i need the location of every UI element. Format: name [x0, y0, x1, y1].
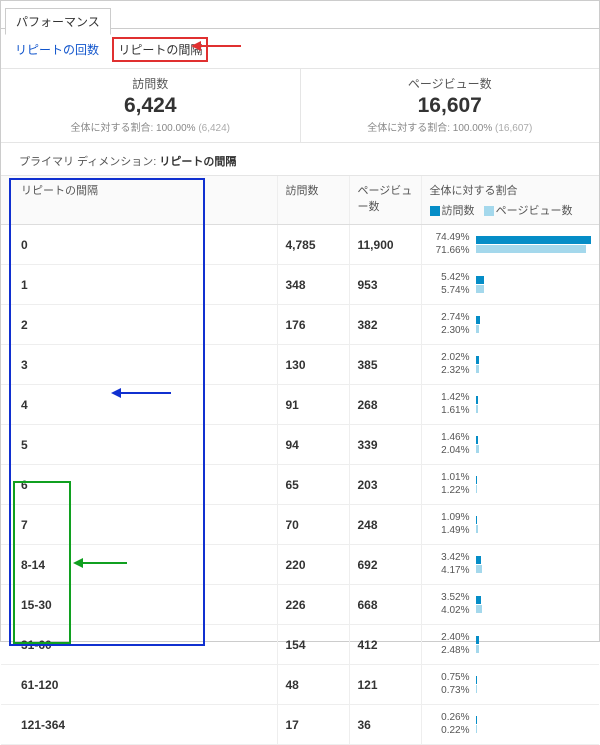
annotation-arrow-red: [191, 41, 241, 51]
row-bars: 2.40%2.48%: [421, 625, 599, 665]
table-row: 6652031.01%1.22%: [1, 465, 599, 505]
table-row: 121-36417360.26%0.22%: [1, 705, 599, 745]
row-label: 2: [1, 305, 277, 345]
legend-swatch-visits: [430, 206, 440, 216]
table-row: 31303852.02%2.32%: [1, 345, 599, 385]
row-pv: 412: [349, 625, 421, 665]
col-interval[interactable]: リピートの間隔: [1, 176, 277, 225]
table-row: 13489535.42%5.74%: [1, 265, 599, 305]
row-visits: 4,785: [277, 225, 349, 265]
row-pv: 668: [349, 585, 421, 625]
row-label: 3: [1, 345, 277, 385]
row-visits: 226: [277, 585, 349, 625]
row-label: 1: [1, 265, 277, 305]
summary-row: 訪問数 6,424 全体に対する割合: 100.00% (6,424) ページビ…: [1, 68, 599, 143]
row-pv: 385: [349, 345, 421, 385]
primary-dimension: プライマリ ディメンション: リピートの間隔: [1, 143, 599, 176]
row-visits: 94: [277, 425, 349, 465]
row-visits: 220: [277, 545, 349, 585]
table-row: 4912681.42%1.61%: [1, 385, 599, 425]
row-pv: 953: [349, 265, 421, 305]
row-pv: 248: [349, 505, 421, 545]
legend: 訪問数 ページビュー数: [430, 202, 592, 218]
row-bars: 3.42%4.17%: [421, 545, 599, 585]
row-bars: 0.75%0.73%: [421, 665, 599, 705]
row-bars: 5.42%5.74%: [421, 265, 599, 305]
table-row: 61-120481210.75%0.73%: [1, 665, 599, 705]
row-visits: 130: [277, 345, 349, 385]
row-visits: 70: [277, 505, 349, 545]
table-row: 5943391.46%2.04%: [1, 425, 599, 465]
tab-row: パフォーマンス: [1, 1, 599, 29]
summary-visits-sub: 全体に対する割合: 100.00% (6,424): [5, 119, 296, 134]
row-bars: 2.02%2.32%: [421, 345, 599, 385]
row-visits: 348: [277, 265, 349, 305]
row-label: 0: [1, 225, 277, 265]
row-bars: 1.46%2.04%: [421, 425, 599, 465]
summary-pageviews: ページビュー数 16,607 全体に対する割合: 100.00% (16,607…: [301, 69, 600, 142]
row-pv: 382: [349, 305, 421, 345]
row-bars: 1.42%1.61%: [421, 385, 599, 425]
col-visits[interactable]: 訪問数: [277, 176, 349, 225]
row-visits: 17: [277, 705, 349, 745]
row-label: 121-364: [1, 705, 277, 745]
row-pv: 121: [349, 665, 421, 705]
col-pv[interactable]: ページビュー数: [349, 176, 421, 225]
summary-pv-sub: 全体に対する割合: 100.00% (16,607): [305, 119, 596, 134]
row-visits: 176: [277, 305, 349, 345]
row-bars: 1.01%1.22%: [421, 465, 599, 505]
primary-dimension-label: プライマリ ディメンション:: [19, 156, 156, 168]
row-label: 61-120: [1, 665, 277, 705]
row-pv: 268: [349, 385, 421, 425]
row-visits: 154: [277, 625, 349, 665]
table-row: 8-142206923.42%4.17%: [1, 545, 599, 585]
row-label: 31-60: [1, 625, 277, 665]
row-label: 5: [1, 425, 277, 465]
row-visits: 65: [277, 465, 349, 505]
row-bars: 3.52%4.02%: [421, 585, 599, 625]
summary-pv-label: ページビュー数: [305, 75, 596, 92]
subtab-repeat-count[interactable]: リピートの回数: [11, 39, 103, 60]
row-bars: 0.26%0.22%: [421, 705, 599, 745]
row-label: 8-14: [1, 545, 277, 585]
tab-performance[interactable]: パフォーマンス: [5, 8, 111, 35]
row-pv: 339: [349, 425, 421, 465]
row-pv: 203: [349, 465, 421, 505]
row-bars: 2.74%2.30%: [421, 305, 599, 345]
data-table: リピートの間隔 訪問数 ページビュー数 全体に対する割合 訪問数 ページビュー数…: [1, 176, 599, 745]
col-ratio[interactable]: 全体に対する割合 訪問数 ページビュー数: [421, 176, 599, 225]
row-pv: 11,900: [349, 225, 421, 265]
table-row: 21763822.74%2.30%: [1, 305, 599, 345]
row-bars: 1.09%1.49%: [421, 505, 599, 545]
legend-swatch-pv: [484, 206, 494, 216]
summary-visits: 訪問数 6,424 全体に対する割合: 100.00% (6,424): [1, 69, 301, 142]
row-bars: 74.49%71.66%: [421, 225, 599, 265]
row-label: 15-30: [1, 585, 277, 625]
summary-pv-value: 16,607: [305, 94, 596, 117]
row-label: 4: [1, 385, 277, 425]
row-pv: 692: [349, 545, 421, 585]
row-label: 6: [1, 465, 277, 505]
row-visits: 91: [277, 385, 349, 425]
primary-dimension-value: リピートの間隔: [159, 156, 236, 168]
table-row: 31-601544122.40%2.48%: [1, 625, 599, 665]
table-row: 15-302266683.52%4.02%: [1, 585, 599, 625]
row-visits: 48: [277, 665, 349, 705]
summary-visits-value: 6,424: [5, 94, 296, 117]
summary-visits-label: 訪問数: [5, 75, 296, 92]
table-row: 7702481.09%1.49%: [1, 505, 599, 545]
table-wrap: リピートの間隔 訪問数 ページビュー数 全体に対する割合 訪問数 ページビュー数…: [1, 176, 599, 745]
table-header-row: リピートの間隔 訪問数 ページビュー数 全体に対する割合 訪問数 ページビュー数: [1, 176, 599, 225]
row-label: 7: [1, 505, 277, 545]
row-pv: 36: [349, 705, 421, 745]
table-row: 04,78511,90074.49%71.66%: [1, 225, 599, 265]
